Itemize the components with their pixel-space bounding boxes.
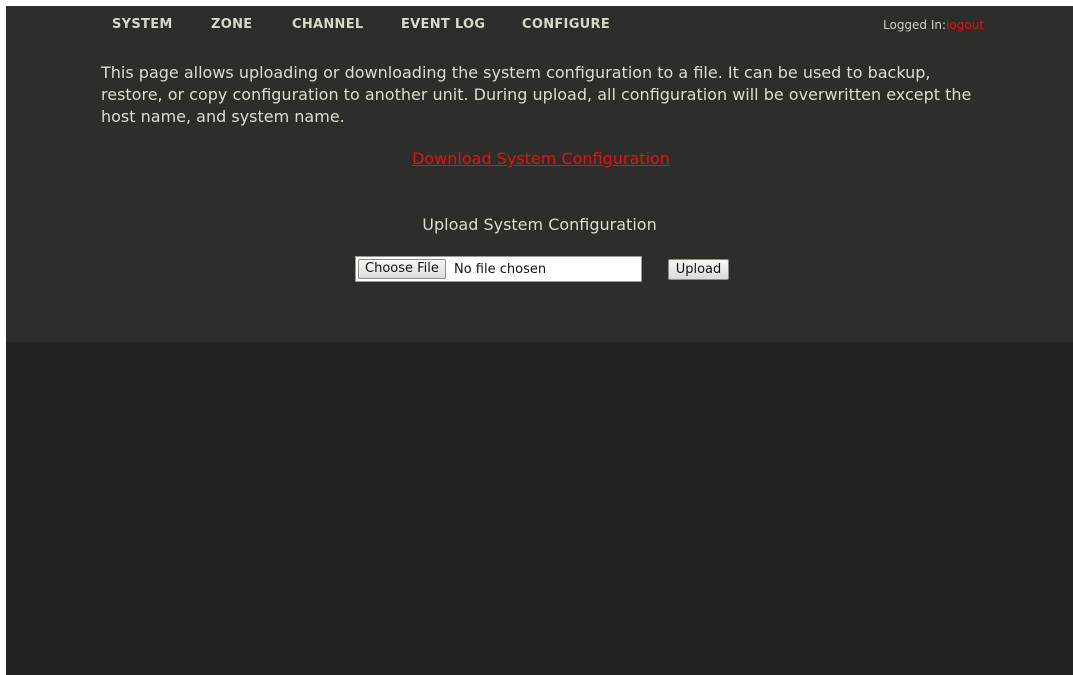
nav-item-system[interactable]: SYSTEM: [112, 17, 173, 32]
file-status-text: No file chosen: [454, 262, 547, 277]
logged-in-label: Logged In:: [883, 18, 947, 32]
download-config-link-label[interactable]: Download System Configuration: [412, 149, 670, 168]
logout-link[interactable]: logout: [946, 18, 984, 32]
config-panel: SYSTEM ZONE CHANNEL EVENT LOG CONFIGURE …: [6, 6, 1073, 342]
upload-button[interactable]: Upload: [668, 259, 729, 280]
upload-section-title: Upload System Configuration: [422, 215, 657, 234]
nav-item-configure[interactable]: CONFIGURE: [522, 17, 610, 32]
nav-item-event-log[interactable]: EVENT LOG: [401, 17, 485, 32]
page-description: This page allows uploading or downloadin…: [101, 63, 972, 126]
page-frame: SYSTEM ZONE CHANNEL EVENT LOG CONFIGURE …: [6, 6, 1073, 675]
download-config-link[interactable]: Download System Configuration: [6, 149, 1073, 168]
nav-item-zone[interactable]: ZONE: [211, 17, 252, 32]
login-status: Logged In:logout: [883, 18, 984, 32]
choose-file-button[interactable]: Choose File: [358, 259, 446, 279]
nav-item-channel[interactable]: CHANNEL: [292, 17, 364, 32]
config-file-input[interactable]: Choose File No file chosen: [355, 256, 642, 282]
main-nav: SYSTEM ZONE CHANNEL EVENT LOG CONFIGURE …: [6, 6, 1073, 42]
